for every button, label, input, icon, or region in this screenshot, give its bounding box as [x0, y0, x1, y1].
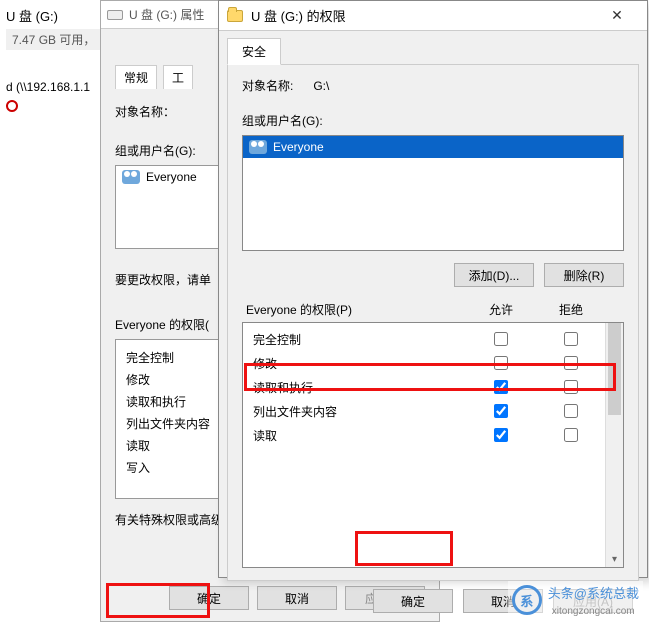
allow-checkbox[interactable]: [465, 351, 535, 375]
deny-checkbox[interactable]: [535, 423, 605, 447]
deny-checkbox[interactable]: [535, 327, 605, 351]
perm-name: 读取: [253, 423, 465, 447]
allow-checkbox[interactable]: [465, 375, 535, 399]
tab-tools[interactable]: 工: [163, 65, 193, 89]
perm-list-header: Everyone 的权限(P): [246, 301, 466, 318]
drive-capacity: 7.47 GB 可用，: [6, 29, 101, 50]
watermark-text: 头条@系统总裁: [548, 586, 639, 601]
object-name-label: 对象名称:: [242, 77, 293, 94]
folder-icon: [227, 10, 243, 22]
col-allow: 允许: [466, 301, 536, 318]
deny-checkbox[interactable]: [535, 399, 605, 423]
ok-button[interactable]: 确定: [373, 589, 453, 613]
user-list[interactable]: Everyone: [242, 135, 624, 251]
watermark-avatar: 系: [512, 585, 542, 615]
allow-checkbox[interactable]: [465, 327, 535, 351]
users-icon: [249, 140, 267, 154]
close-button[interactable]: ✕: [595, 1, 639, 31]
users-icon: [122, 170, 140, 184]
tab-general[interactable]: 常规: [115, 65, 157, 89]
remove-button[interactable]: 删除(R): [544, 263, 624, 287]
drive-icon: [107, 10, 123, 20]
perm-name: 完全控制: [253, 327, 465, 351]
allow-checkbox[interactable]: [465, 423, 535, 447]
watermark: 系 头条@系统总裁 xitongzongcai.com: [508, 581, 643, 619]
add-button[interactable]: 添加(D)...: [454, 263, 534, 287]
permissions-titlebar[interactable]: U 盘 (G:) 的权限 ✕: [219, 1, 647, 31]
properties-title: U 盘 (G:) 属性: [129, 6, 204, 23]
tab-security[interactable]: 安全: [227, 38, 281, 65]
user-row-everyone[interactable]: Everyone: [243, 136, 623, 158]
scroll-down-icon[interactable]: ▾: [606, 551, 623, 567]
permissions-title: U 盘 (G:) 的权限: [251, 6, 587, 25]
scrollbar[interactable]: ▴ ▾: [605, 323, 623, 567]
object-name-value: G:\: [313, 79, 329, 93]
perm-name: 读取和执行: [253, 375, 465, 399]
watermark-sub: xitongzongcai.com: [552, 606, 635, 617]
allow-checkbox[interactable]: [465, 399, 535, 423]
deny-checkbox[interactable]: [535, 375, 605, 399]
perm-name: 修改: [253, 351, 465, 375]
col-deny: 拒绝: [536, 301, 606, 318]
deny-checkbox[interactable]: [535, 351, 605, 375]
network-status-icon: [6, 100, 18, 112]
users-label: 组或用户名(G):: [242, 112, 624, 129]
scroll-thumb[interactable]: [608, 323, 621, 415]
user-name: Everyone: [273, 140, 324, 154]
permissions-table: ▴ ▾ 完全控制修改读取和执行列出文件夹内容读取: [242, 322, 624, 568]
perm-name: 列出文件夹内容: [253, 399, 465, 423]
explorer-background: U 盘 (G:) 7.47 GB 可用， d (\\192.168.1.1: [0, 0, 110, 625]
drive-label: U 盘 (G:): [6, 6, 104, 25]
user-name: Everyone: [146, 170, 197, 184]
network-location: d (\\192.168.1.1: [6, 80, 104, 94]
permissions-dialog: U 盘 (G:) 的权限 ✕ 安全 对象名称: G:\ 组或用户名(G): Ev…: [218, 0, 648, 578]
